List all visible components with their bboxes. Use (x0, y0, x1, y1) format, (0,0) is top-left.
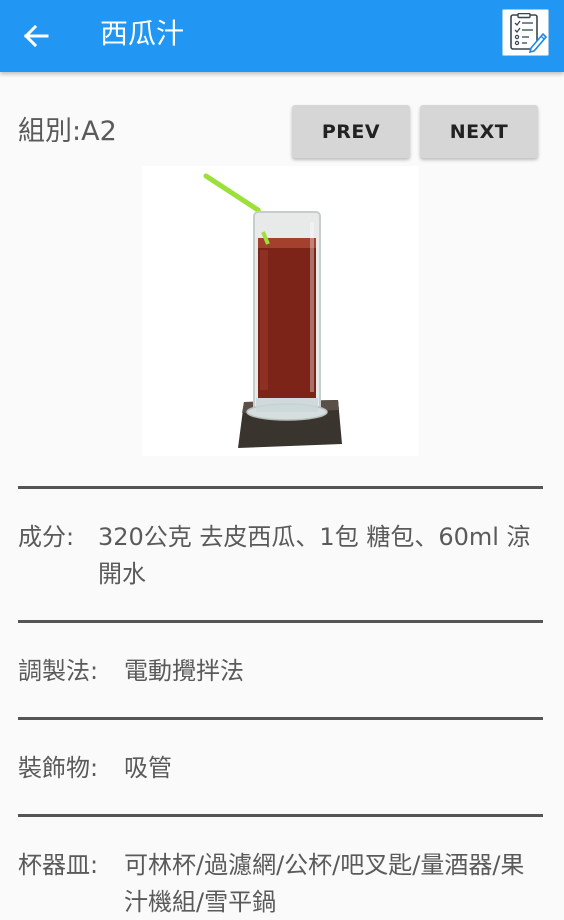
divider (18, 717, 543, 720)
prev-button[interactable]: PREV (292, 105, 410, 158)
checklist-edit-icon (510, 13, 547, 53)
group-label: 組別:A2 (18, 112, 117, 152)
method-value: 電動攪拌法 (124, 657, 244, 685)
method-row: 調製法: 電動攪拌法 (18, 653, 543, 690)
ingredients-row: 成分: 320公克 去皮西瓜、1包 糖包、60ml 涼開水 (18, 519, 543, 595)
glassware-value: 可林杯/過濾網/公杯/吧叉匙/量酒器/果汁機組/雪平鍋 (124, 851, 525, 916)
garnish-value: 吸管 (124, 754, 172, 782)
garnish-row: 裝飾物: 吸管 (18, 750, 543, 787)
arrow-left-icon (23, 24, 49, 48)
drink-image (142, 166, 419, 456)
next-button[interactable]: NEXT (420, 105, 538, 158)
divider (18, 814, 543, 817)
garnish-label: 裝飾物: (18, 754, 99, 782)
app-bar: 西瓜汁 (0, 0, 564, 72)
method-label: 調製法: (18, 657, 99, 685)
watermelon-juice-glass-icon (203, 173, 342, 448)
back-button[interactable] (14, 14, 58, 58)
divider (18, 620, 543, 623)
ingredients-label: 成分: (18, 523, 75, 551)
glassware-label: 杯器皿: (18, 851, 99, 879)
group-label-text: 組別: (18, 116, 82, 147)
glassware-row: 杯器皿: 可林杯/過濾網/公杯/吧叉匙/量酒器/果汁機組/雪平鍋 (18, 847, 543, 920)
group-value: A2 (81, 116, 117, 147)
ingredients-value: 320公克 去皮西瓜、1包 糖包、60ml 涼開水 (98, 523, 531, 588)
page-title: 西瓜汁 (100, 17, 185, 50)
divider (18, 486, 543, 489)
checklist-edit-button[interactable] (502, 9, 549, 56)
